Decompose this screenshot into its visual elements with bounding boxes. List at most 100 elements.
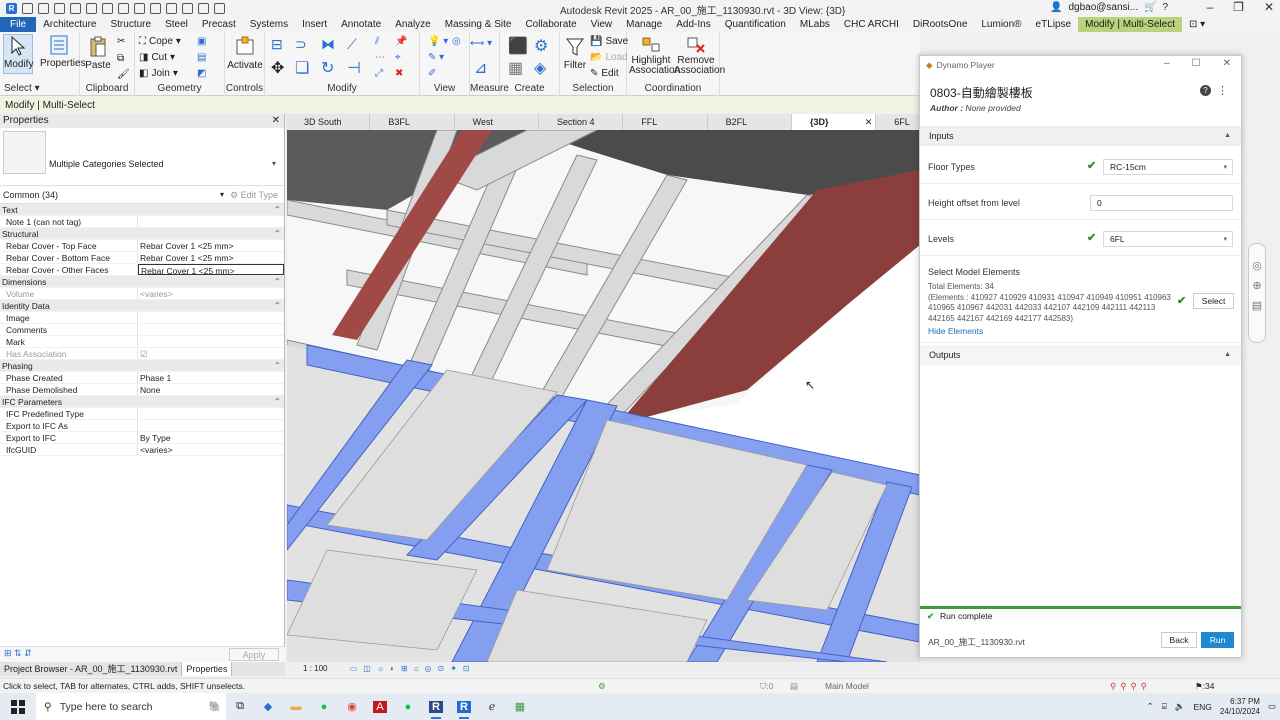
property-row[interactable]: IFC Predefined Type (0, 408, 284, 420)
cut-button[interactable]: ◨ Cut ▾ (139, 52, 175, 63)
copy-clip-icon[interactable]: ⧉ (117, 53, 124, 64)
sort-icon[interactable]: ⊞ ⇅ ⇵ (4, 648, 32, 659)
property-row[interactable]: IfcGUID <varies> (0, 444, 284, 456)
tab-insert[interactable]: Insert (295, 17, 334, 32)
nav-options-icon[interactable]: ▤ (1249, 296, 1265, 316)
app-icon[interactable]: ◆ (254, 693, 282, 720)
tab-project-browser[interactable]: Project Browser - AR_00_施工_1130930.rvt (0, 662, 183, 676)
undo-icon[interactable] (70, 3, 81, 14)
collapse-icon[interactable]: ⌃ (274, 300, 284, 311)
view-tab-ffl[interactable]: FFL (623, 114, 708, 130)
measure-distance-icon[interactable]: ⟷ ▾ (470, 38, 492, 49)
property-value[interactable]: By Type (138, 432, 284, 443)
collapse-icon[interactable]: ⌃ (274, 204, 284, 215)
view-scale[interactable]: 1 : 100 (303, 664, 327, 673)
properties-close-icon[interactable]: ✕ (272, 114, 280, 128)
collapse-icon[interactable]: ▲ (1224, 126, 1231, 146)
tab-steel[interactable]: Steel (158, 17, 195, 32)
view-tab-3d[interactable]: {3D} ✕ (791, 114, 877, 130)
revit-2-icon[interactable]: R (450, 693, 478, 720)
remove-association-button[interactable]: Remove Association (674, 36, 725, 76)
create-assembly-icon[interactable]: ⬛ (508, 36, 528, 56)
tab-chc-archi[interactable]: CHC ARCHI (837, 17, 906, 32)
view-tab-b2fl[interactable]: B2FL (708, 114, 792, 130)
design-options-icon[interactable]: ▤ (790, 679, 798, 694)
outputs-section[interactable]: Outputs ▲ (920, 345, 1241, 365)
apply-button[interactable]: Apply (229, 648, 279, 661)
pin-icon[interactable]: 📌 (395, 36, 407, 47)
app-grid-icon[interactable]: ▦ (506, 693, 534, 720)
tab-view[interactable]: View (584, 17, 620, 32)
load-selection-button[interactable]: 📂 Load (590, 52, 628, 63)
tray-expand-icon[interactable]: ⌃ (1147, 701, 1154, 712)
property-value[interactable]: <varies> (138, 444, 284, 455)
property-row[interactable]: Export to IFC By Type (0, 432, 284, 444)
delete-icon[interactable]: ✖ (395, 68, 403, 79)
hide-in-view-icon[interactable]: 💡 ▾ (428, 36, 448, 47)
sync-icon[interactable] (54, 3, 65, 14)
scale-icon[interactable]: ⤢ (375, 68, 383, 79)
view-controls-icon[interactable]: ▭◫☼◐⊞⌂◎⊙✦⊡ (350, 664, 476, 673)
property-row[interactable]: Note 1 (can not tag) (0, 216, 284, 228)
tab-properties[interactable]: Properties (182, 662, 233, 676)
align-icon[interactable]: ⊟ (271, 36, 283, 53)
wall-joins-icon[interactable]: ▣ (197, 36, 206, 47)
property-row[interactable]: Export to IFC As (0, 420, 284, 432)
line-icon[interactable]: ● (394, 693, 422, 720)
ribbon-options-icon[interactable]: ⊡ ▾ (1182, 17, 1212, 32)
move-icon[interactable]: ✥ (271, 58, 284, 78)
type-selector[interactable]: Multiple Categories Selected ▾ (0, 128, 284, 186)
view-tab-west[interactable]: West (455, 114, 539, 130)
minimize-button[interactable]: – (1206, 0, 1213, 14)
edit-selection-button[interactable]: ✎ Edit (590, 68, 619, 79)
maximize-button[interactable]: ☐ (1192, 58, 1201, 69)
help-icon[interactable]: ? (1163, 2, 1169, 13)
height-offset-input[interactable]: 0 (1090, 195, 1233, 211)
property-group[interactable]: Text ⌃ (0, 204, 284, 216)
property-value[interactable]: None (138, 384, 284, 395)
view-tab-6fl[interactable]: 6FL (876, 114, 920, 130)
network-icon[interactable]: ⌸ (1162, 701, 1167, 712)
temporary-hide-icon[interactable]: ◎ (452, 36, 461, 47)
close-tab-icon[interactable]: ✕ (865, 114, 873, 130)
zoom-icon[interactable]: ⊕ (1249, 276, 1265, 296)
revit-icon[interactable]: R (422, 693, 450, 720)
cart-icon[interactable]: 🛒 (1144, 2, 1156, 13)
3d-viewport[interactable]: ↖ (287, 130, 920, 662)
save-icon[interactable] (38, 3, 49, 14)
thin-lines-icon[interactable] (182, 3, 193, 14)
file-explorer-icon[interactable]: ▬ (282, 693, 310, 720)
mirror-axis-icon[interactable]: ⧓ (321, 36, 335, 53)
view-tab-3d-south[interactable]: 3D South (286, 114, 371, 130)
property-value[interactable] (138, 336, 284, 347)
tab-architecture[interactable]: Architecture (36, 17, 103, 32)
worksets-icon[interactable]: ⚙ (598, 679, 606, 694)
property-group[interactable]: Identity Data ⌃ (0, 300, 284, 312)
property-value[interactable] (138, 408, 284, 419)
collapse-icon[interactable]: ⌃ (274, 228, 284, 239)
property-value[interactable] (138, 420, 284, 431)
default-3d-view-icon[interactable] (150, 3, 161, 14)
steering-wheel-icon[interactable]: ◎ (1249, 256, 1265, 276)
tab-collaborate[interactable]: Collaborate (518, 17, 583, 32)
paint-icon[interactable]: ◩ (197, 68, 206, 79)
activate-button[interactable]: Activate (227, 36, 263, 71)
properties-button[interactable]: Properties (40, 34, 86, 69)
save-selection-button[interactable]: 💾 Save (590, 36, 628, 47)
property-row[interactable]: Phase Demolished None (0, 384, 284, 396)
array-icon[interactable]: ⋯ (375, 52, 385, 63)
property-group[interactable]: Dimensions ⌃ (0, 276, 284, 288)
mirror-line-icon[interactable]: ⟋ (347, 36, 357, 53)
main-model-selector[interactable]: Main Model (825, 679, 869, 694)
tab-dirootsone[interactable]: DiRootsOne (906, 17, 974, 32)
property-row[interactable]: Phase Created Phase 1 (0, 372, 284, 384)
filter-button[interactable]: Filter (562, 36, 588, 71)
split-face-icon[interactable]: ▤ (197, 52, 206, 63)
split-icon[interactable]: ⫽ (375, 36, 379, 47)
run-button[interactable]: Run (1201, 632, 1234, 648)
trim-icon[interactable]: ⊣ (347, 58, 361, 78)
unpin-icon[interactable]: ⌖ (395, 52, 401, 63)
tab-etlipse[interactable]: eTLipse (1029, 17, 1079, 32)
property-group[interactable]: IFC Parameters ⌃ (0, 396, 284, 408)
tab-quantification[interactable]: Quantification (718, 17, 793, 32)
